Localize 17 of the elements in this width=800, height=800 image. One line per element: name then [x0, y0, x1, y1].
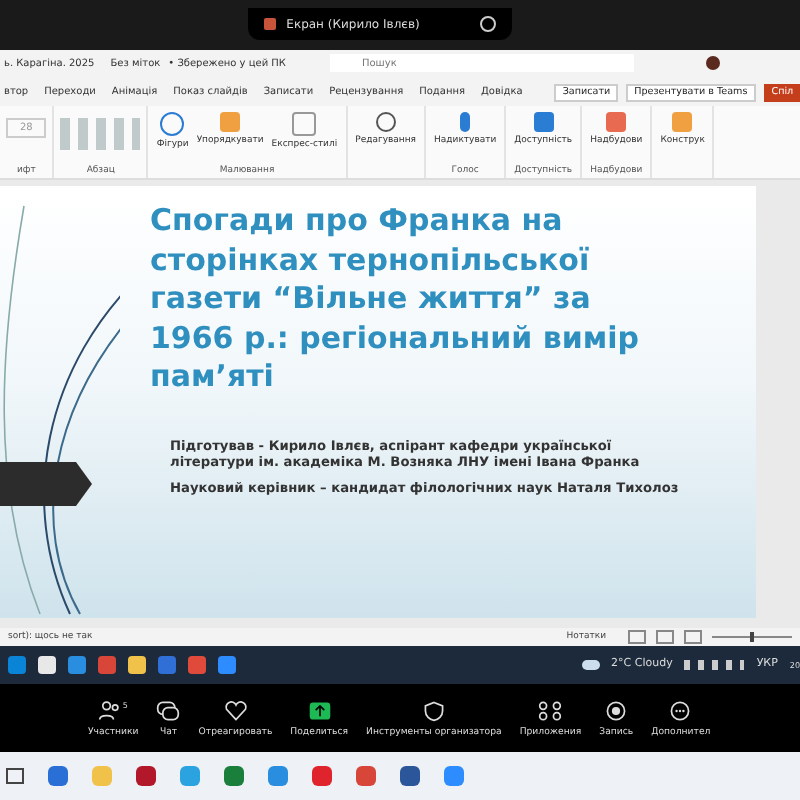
chat-bubbles-icon — [156, 699, 181, 722]
apps-icon — [538, 699, 563, 722]
sorter-view-icon[interactable] — [656, 629, 674, 644]
avatar-icon[interactable] — [705, 56, 720, 71]
arrow-shape — [0, 462, 92, 507]
task-view-icon[interactable] — [6, 768, 24, 785]
taskbar-app-icon[interactable] — [136, 766, 156, 787]
app-icon — [264, 18, 277, 31]
heart-icon — [223, 699, 248, 722]
slide-title: Спогади про Франка на сторінках тернопільської газети “Вільне життя” за 1966 р.: регіональний вимір пам’яті — [150, 202, 642, 398]
taskbar-app-icon[interactable] — [400, 766, 420, 787]
reading-view-icon[interactable] — [684, 629, 702, 644]
normal-view-icon[interactable] — [628, 629, 646, 644]
cloud-icon — [581, 659, 600, 670]
shield-icon — [421, 699, 446, 722]
more-icon — [668, 699, 693, 722]
record-icon — [604, 699, 629, 722]
